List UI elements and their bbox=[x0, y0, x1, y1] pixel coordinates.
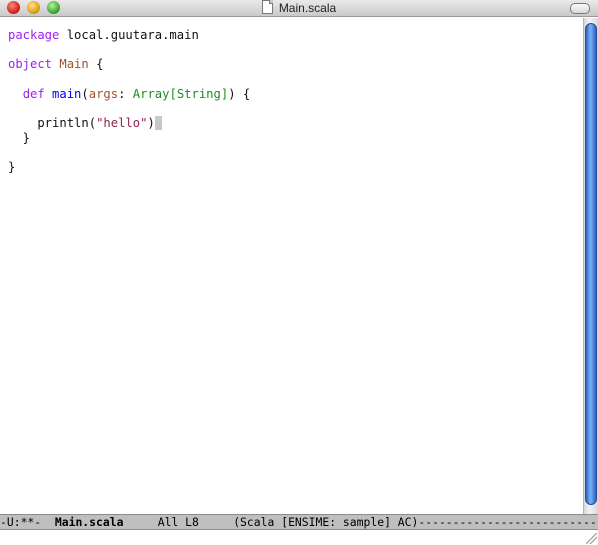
code-token: main bbox=[52, 86, 82, 101]
code-token: object bbox=[8, 57, 53, 72]
code-token: ) { bbox=[228, 86, 251, 101]
code-token: args bbox=[88, 86, 119, 101]
modeline-position: All L8 bbox=[157, 515, 199, 529]
minibuffer[interactable] bbox=[0, 530, 598, 545]
code-token: ( bbox=[81, 86, 89, 101]
code-token: ) bbox=[147, 116, 155, 131]
modeline-mode: (Scala [ENSIME: sample] AC) bbox=[233, 515, 419, 529]
code-token: println( bbox=[8, 116, 97, 131]
code-token: def bbox=[22, 86, 45, 101]
toolbar-toggle-button[interactable] bbox=[570, 3, 590, 14]
mode-line: -U:**- Main.scala All L8 (Scala [ENSIME:… bbox=[0, 514, 598, 530]
text-cursor bbox=[154, 116, 163, 131]
scrollbar-thumb[interactable] bbox=[585, 23, 597, 505]
vertical-scrollbar[interactable] bbox=[583, 18, 598, 514]
code-line[interactable]: package local.guutara.main bbox=[8, 28, 578, 43]
code-line[interactable]: object Main { bbox=[8, 57, 578, 72]
code-line[interactable]: } bbox=[8, 160, 578, 175]
title-bar: Main.scala bbox=[0, 0, 598, 17]
window-title-area: Main.scala bbox=[0, 0, 598, 16]
code-token: local.guutara.main bbox=[59, 28, 199, 42]
code-line[interactable]: println("hello") bbox=[8, 116, 578, 131]
code-line[interactable] bbox=[8, 43, 578, 58]
code-line[interactable]: } bbox=[8, 131, 578, 146]
code-token: { bbox=[88, 57, 104, 72]
code-token: Array[String] bbox=[132, 86, 229, 101]
code-line[interactable]: def main(args: Array[String]) { bbox=[8, 87, 578, 102]
modeline-status: -U:**- bbox=[0, 515, 42, 529]
code-editor[interactable]: package local.guutara.main object Main { … bbox=[8, 28, 578, 513]
code-token: } bbox=[8, 160, 16, 175]
code-line[interactable] bbox=[8, 72, 578, 87]
code-token: } bbox=[8, 130, 31, 145]
document-icon bbox=[261, 0, 273, 14]
code-token: package bbox=[8, 28, 60, 42]
window-title: Main.scala bbox=[278, 1, 337, 15]
code-token: : bbox=[118, 86, 133, 101]
code-line[interactable] bbox=[8, 101, 578, 116]
code-token: "hello" bbox=[96, 116, 148, 131]
modeline-fill: ----------------------------------------… bbox=[418, 515, 598, 529]
code-token: Main bbox=[59, 57, 89, 72]
code-line[interactable] bbox=[8, 146, 578, 161]
resize-handle[interactable] bbox=[586, 533, 597, 544]
modeline-buffer-name: Main.scala bbox=[54, 515, 124, 529]
